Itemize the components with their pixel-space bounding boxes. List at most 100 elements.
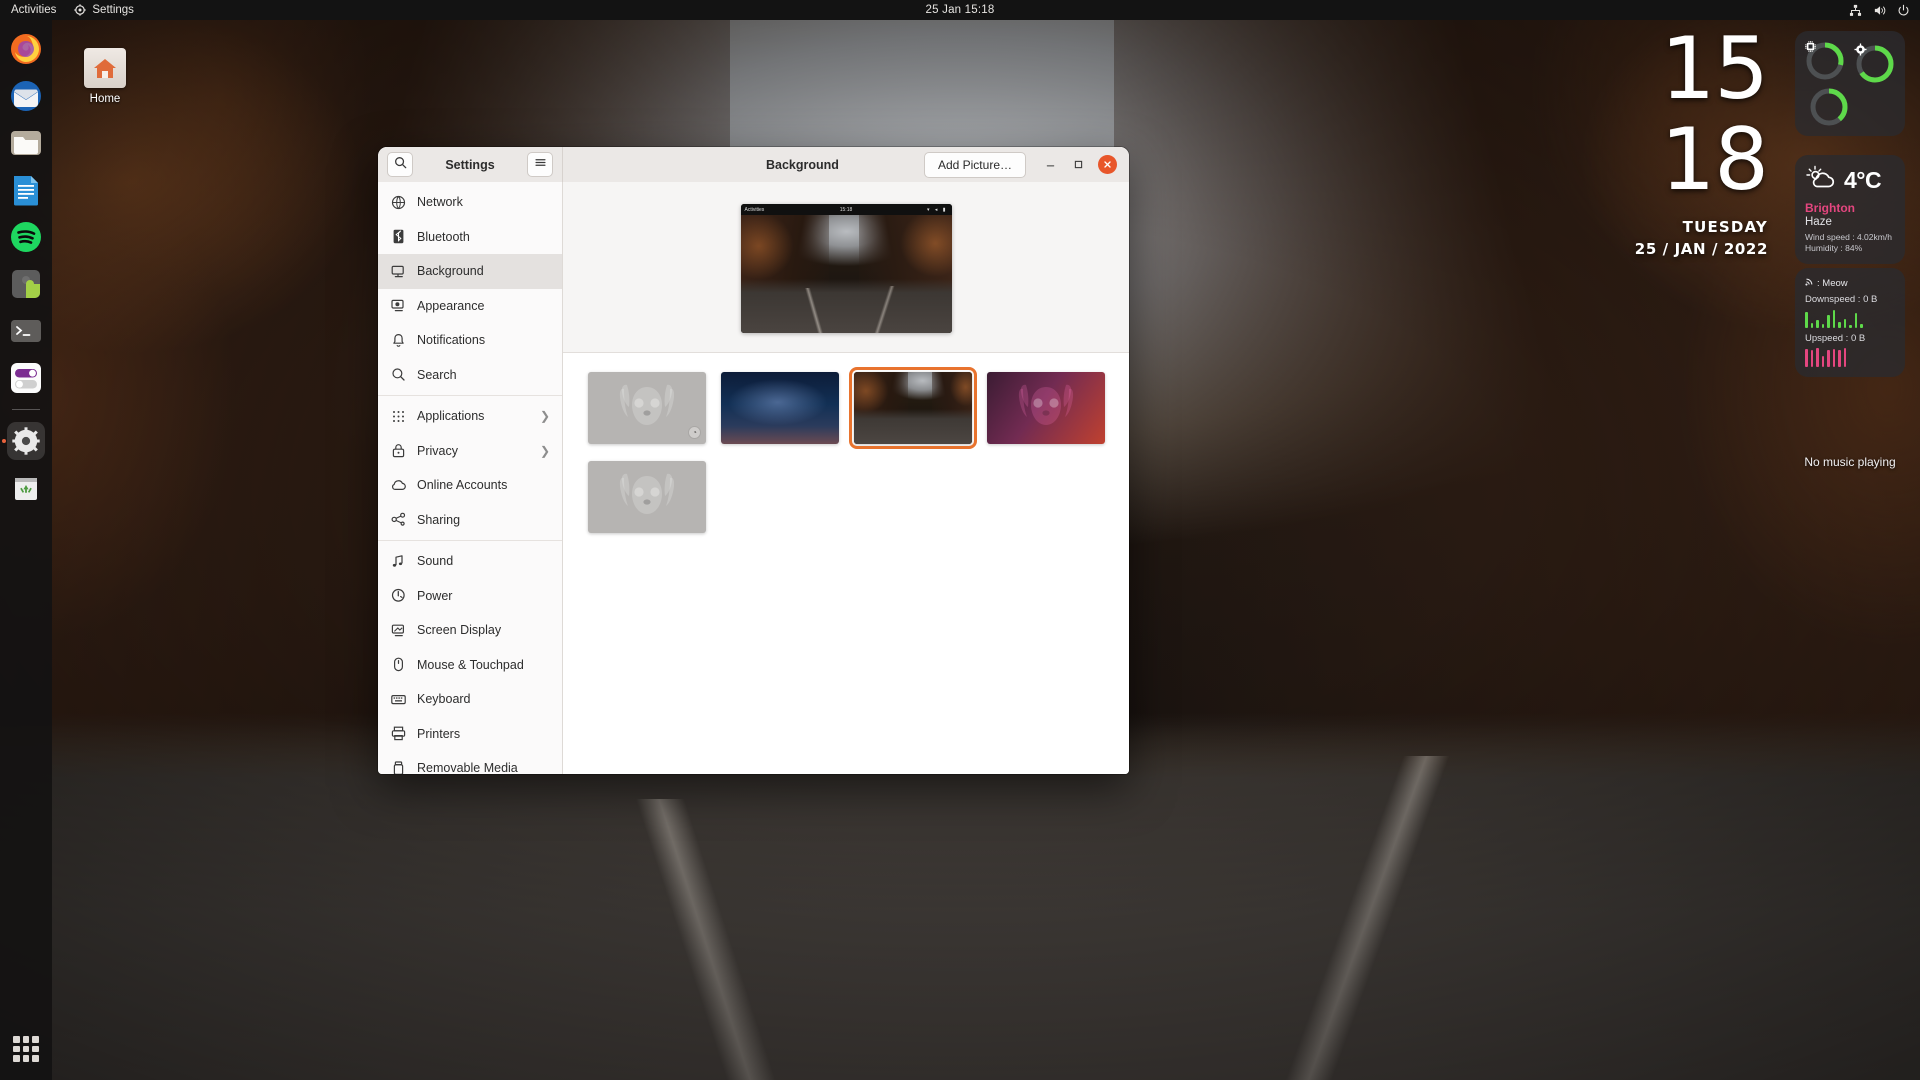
page-title: Background <box>766 157 839 172</box>
window-controls <box>1042 155 1117 174</box>
settings-content: Activities 15:18 ▾ ◂ ▮ ◔ <box>563 182 1129 774</box>
top-bar[interactable]: Activities Settings 25 Jan 15:18 <box>0 0 1920 20</box>
chevron-right-icon: ❯ <box>539 409 550 424</box>
search-button[interactable] <box>387 152 413 177</box>
app-menu-label: Settings <box>92 4 134 16</box>
sidebar-item-appearance[interactable]: Appearance <box>378 289 562 324</box>
sidebar-item-search[interactable]: Search <box>378 358 562 393</box>
sidebar-item-label: Sound <box>417 554 454 569</box>
chevron-right-icon: ❯ <box>539 443 550 458</box>
sidebar-item-notifications[interactable]: Notifications <box>378 323 562 358</box>
sidebar-item-sound[interactable]: Sound <box>378 544 562 579</box>
graph-bar <box>1827 350 1830 367</box>
sidebar-item-label: Search <box>417 367 457 382</box>
conky-date: 25 / JAN / 2022 <box>1634 240 1768 259</box>
dock-item-spotify[interactable] <box>7 218 45 256</box>
titlebar-main-section: Background Add Picture… <box>563 147 1129 182</box>
preview-activities-label: Activities <box>744 206 765 213</box>
search-icon <box>391 367 406 382</box>
network-ssid: : Meow <box>1817 277 1848 289</box>
cloud-icon <box>391 478 406 493</box>
sidebar-item-label: Sharing <box>417 512 461 527</box>
maximize-button[interactable] <box>1070 156 1087 173</box>
conky-clock-widget: 15 18 TUESDAY 25 / JAN / 2022 <box>1634 26 1769 259</box>
graph-bar <box>1832 349 1835 367</box>
wallpaper-grey-mascot-2[interactable] <box>588 461 706 533</box>
sidebar-item-bluetooth[interactable]: Bluetooth <box>378 220 562 255</box>
settings-sidebar[interactable]: Network Bluetooth Background Appearance Noti… <box>378 182 563 774</box>
sidebar-item-network[interactable]: Network <box>378 185 562 220</box>
dock-item-firefox[interactable] <box>7 30 45 68</box>
graph-bar <box>1827 315 1830 328</box>
sidebar-item-sharing[interactable]: Sharing <box>378 503 562 538</box>
close-button[interactable] <box>1098 155 1117 174</box>
wallpaper-space[interactable] <box>721 372 839 444</box>
sidebar-item-applications[interactable]: Applications ❯ <box>378 399 562 434</box>
sidebar-item-online-accounts[interactable]: Online Accounts <box>378 468 562 503</box>
settings-window[interactable]: Settings Background Add Picture… Network… <box>378 147 1129 774</box>
menu-button[interactable] <box>527 152 553 177</box>
graph-bar <box>1805 312 1808 328</box>
sidebar-item-power[interactable]: Power <box>378 579 562 614</box>
sidebar-item-mouse-touchpad[interactable]: Mouse & Touchpad <box>378 648 562 683</box>
sidebar-item-label: Bluetooth <box>417 229 470 244</box>
sidebar-item-printers[interactable]: Printers <box>378 717 562 752</box>
graph-bar <box>1816 348 1819 367</box>
sun-cloud-icon <box>1805 164 1839 196</box>
sidebar-item-privacy[interactable]: Privacy ❯ <box>378 434 562 469</box>
globe-icon <box>391 195 406 210</box>
minimize-button[interactable] <box>1042 156 1059 173</box>
hamburger-icon <box>534 156 547 174</box>
dock-item-tweaks[interactable] <box>7 359 45 397</box>
dock-item-files[interactable] <box>7 124 45 162</box>
conky-system-widget <box>1795 31 1905 136</box>
wallpaper-grey-mascot[interactable]: ◔ <box>588 372 706 444</box>
printer-icon <box>391 726 406 741</box>
wallpaper-purple-mascot[interactable] <box>987 372 1105 444</box>
titlebar-sidebar-section: Settings <box>378 147 563 182</box>
conky-network-widget: : Meow Downspeed : 0 B Upspeed : 0 B <box>1795 268 1905 377</box>
sidebar-item-label: Keyboard <box>417 692 471 707</box>
screen-icon <box>391 623 406 638</box>
show-applications-button[interactable] <box>7 1030 45 1068</box>
graph-bar <box>1805 349 1808 367</box>
sidebar-item-label: Screen Display <box>417 623 502 638</box>
network-icon <box>1849 4 1862 17</box>
dock-item-terminal[interactable] <box>7 312 45 350</box>
disk-gauge <box>1808 86 1850 128</box>
weather-condition: Haze <box>1805 216 1832 228</box>
dock-item-settings[interactable] <box>2 422 45 460</box>
graph-bar <box>1843 319 1846 328</box>
conky-weekday: TUESDAY <box>1682 218 1768 237</box>
bell-icon <box>391 333 406 348</box>
sidebar-item-screen-display[interactable]: Screen Display <box>378 613 562 648</box>
network-down-graph <box>1805 308 1895 328</box>
system-tray[interactable] <box>1849 4 1910 17</box>
sidebar-item-label: Network <box>417 195 463 210</box>
activities-button[interactable]: Activities <box>11 4 56 16</box>
weather-city: Brighton <box>1805 201 1855 215</box>
dock-item-libreoffice-writer[interactable] <box>7 171 45 209</box>
background-preview[interactable]: Activities 15:18 ▾ ◂ ▮ <box>740 204 952 333</box>
sidebar-item-removable-media[interactable]: Removable Media <box>378 751 562 774</box>
dock-item-extensions[interactable] <box>7 265 45 303</box>
appearance-icon <box>391 298 406 313</box>
sidebar-item-label: Removable Media <box>417 761 518 774</box>
dock[interactable] <box>0 20 52 1080</box>
running-indicator <box>2 439 6 443</box>
add-picture-button[interactable]: Add Picture… <box>923 151 1026 178</box>
app-menu-button[interactable]: Settings <box>74 4 134 16</box>
sidebar-item-keyboard[interactable]: Keyboard <box>378 682 562 717</box>
dock-item-trash[interactable] <box>7 469 45 507</box>
ubuntu-mascot-icon <box>987 372 1105 444</box>
dock-item-thunderbird[interactable] <box>7 77 45 115</box>
topbar-clock[interactable]: 25 Jan 15:18 <box>926 4 995 16</box>
wallpaper-variant-badge[interactable]: ◔ <box>688 426 701 439</box>
graph-bar <box>1821 324 1824 328</box>
sidebar-item-background[interactable]: Background <box>378 254 562 289</box>
keyboard-icon <box>391 692 406 707</box>
network-up-graph <box>1805 347 1895 367</box>
wallpaper-forest-road[interactable] <box>849 367 977 449</box>
desktop-icon-home[interactable]: Home <box>70 48 140 105</box>
wallpaper-grid[interactable]: ◔ <box>563 353 1129 533</box>
